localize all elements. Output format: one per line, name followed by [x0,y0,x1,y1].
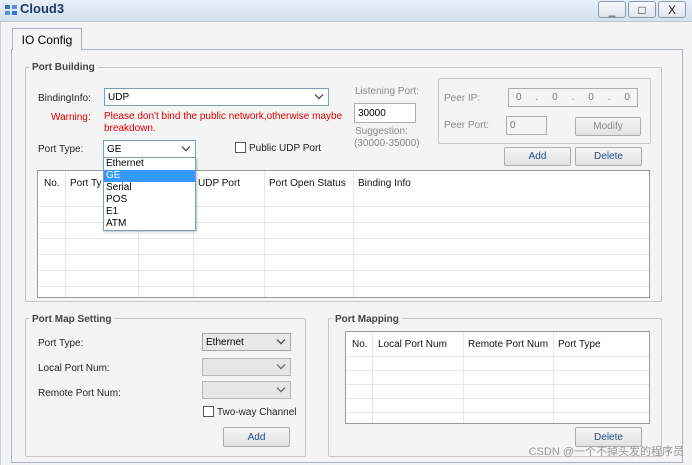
dropdown-option-e1[interactable]: E1 [104,206,195,218]
peer-ip-octet-3: 0 [588,92,594,103]
port-type-dropdown-list: Ethernet GE Serial POS E1 ATM [103,157,196,231]
watermark-text: CSDN @一个不掉头发的程序员 [528,446,684,458]
tab-io-config[interactable]: IO Config [12,28,82,50]
suggestion-range: (30000-35000) [354,138,420,149]
table-col-divider [264,171,265,297]
local-port-num-label: Local Port Num: [38,363,110,374]
dropdown-option-pos[interactable]: POS [104,194,195,206]
ip-dot: . [571,92,575,103]
ip-dot: . [607,92,611,103]
chevron-down-icon [276,339,286,345]
public-udp-checkbox[interactable] [235,142,246,153]
peer-port-input[interactable]: 0 [506,116,547,135]
minimize-button[interactable]: _ [598,1,626,18]
add-mapping-button[interactable]: Add [223,427,290,447]
port-type-label: Port Type: [38,144,84,155]
port-mapping-title: Port Mapping [332,314,402,325]
table-row-divider [346,384,649,385]
chevron-down-icon [181,146,191,152]
remote-port-num-select[interactable] [202,381,291,399]
chevron-down-icon [276,364,286,370]
maximize-button[interactable]: □ [628,1,656,18]
dropdown-option-atm[interactable]: ATM [104,218,195,230]
listening-port-input[interactable]: 30000 [354,103,416,123]
binding-info-value: UDP [108,91,130,103]
map-port-type-value: Ethernet [206,336,244,348]
table-col-divider [65,171,66,297]
column-header-no: No. [44,178,60,189]
ip-dot: . [535,92,539,103]
chevron-down-icon [314,94,324,100]
warning-text: Please don't bind the public network,oth… [104,111,343,134]
peer-ip-label: Peer IP: [444,93,481,104]
peer-ip-input[interactable]: 0. 0. 0. 0 [508,88,638,107]
column-header-port-type: Port Type [558,339,601,350]
public-udp-label: Public UDP Port [249,143,322,154]
column-header-no: No. [352,339,368,350]
table-col-divider [463,332,464,423]
suggestion-label: Suggestion: [355,126,408,137]
title-bar [0,0,692,22]
table-col-divider [553,332,554,423]
peer-ip-octet-1: 0 [515,92,522,103]
warning-label: Warning: [51,112,91,123]
table-col-divider [372,332,373,423]
peer-port-label: Peer Port: [444,120,490,131]
table-row-divider [346,412,649,413]
table-row-divider [38,254,649,255]
window-title: Cloud3 [20,1,65,16]
close-button[interactable]: X [658,1,686,18]
column-header-binding-info: Binding Info [358,178,411,189]
table-row-divider [38,238,649,239]
modify-button[interactable]: Modify [575,117,641,136]
local-port-num-select[interactable] [202,358,291,376]
dropdown-option-ge[interactable]: GE [104,170,195,182]
binding-info-select[interactable]: UDP [104,88,329,106]
binding-info-label: BindingInfo: [38,93,91,104]
remote-port-num-label: Remote Port Num: [38,388,121,399]
delete-port-button[interactable]: Delete [575,147,642,166]
two-way-channel-label: Two-way Channel [217,407,297,418]
peer-ip-octet-4: 0 [624,92,630,103]
port-map-setting-title: Port Map Setting [29,314,115,325]
add-port-button[interactable]: Add [504,147,571,166]
column-header-local-port-num: Local Port Num [378,339,447,350]
port-type-value: GE [107,143,122,155]
table-row-divider [346,398,649,399]
table-row-divider [38,286,649,287]
column-header-remote-port-num: Remote Port Num [468,339,549,350]
column-header-port-open-status: Port Open Status [269,178,346,189]
port-building-title: Port Building [29,62,98,73]
cloud-app-icon [5,5,17,15]
table-row-divider [38,270,649,271]
dropdown-option-ethernet[interactable]: Ethernet [104,158,195,170]
table-row-divider [346,356,649,357]
dropdown-option-serial[interactable]: Serial [104,182,195,194]
table-row-divider [346,370,649,371]
port-type-select[interactable]: GE [103,140,196,158]
map-port-type-label: Port Type: [38,338,84,349]
column-header-udp-port: UDP Port [198,178,241,189]
two-way-channel-checkbox[interactable] [203,406,214,417]
chevron-down-icon [276,387,286,393]
column-header-port-type: Port Ty [70,178,102,189]
listening-port-label: Listening Port: [355,86,419,97]
table-col-divider [353,171,354,297]
map-port-type-select[interactable]: Ethernet [202,333,291,351]
peer-ip-octet-2: 0 [552,92,558,103]
